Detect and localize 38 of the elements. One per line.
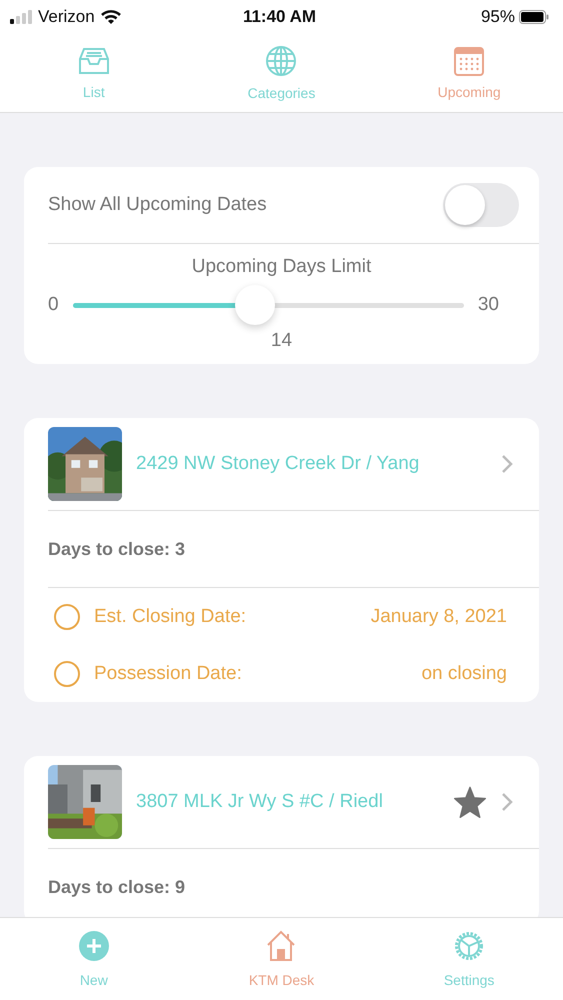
- plus-icon: [78, 930, 110, 962]
- toggle-switch[interactable]: [443, 183, 519, 227]
- chevron-icon[interactable]: [501, 792, 513, 812]
- tab[interactable]: New: [28, 918, 159, 1000]
- days-to-close: Days to close: 3: [48, 538, 186, 561]
- tab[interactable]: Settings: [404, 918, 534, 1000]
- chevron-icon[interactable]: [501, 454, 513, 474]
- wifi-icon: [100, 10, 121, 24]
- carrier-name: Verizon: [38, 7, 95, 27]
- slider-track[interactable]: [72, 284, 464, 326]
- date-value: January 8, 2021: [370, 606, 507, 628]
- listing-title[interactable]: 2429 NW Stoney Creek Dr / Yang: [136, 453, 487, 475]
- signal-icon: [10, 10, 32, 24]
- clock-time: 11:40 AM: [242, 7, 316, 27]
- checkbox[interactable]: [54, 660, 80, 686]
- settings-icon: [453, 930, 486, 962]
- slider-min: 0: [48, 294, 59, 316]
- slider-max: 30: [478, 294, 499, 316]
- battery-percent: 95%: [480, 7, 515, 27]
- slider-value: 14: [270, 329, 294, 353]
- slider-thumb[interactable]: [235, 284, 276, 324]
- date-label: Possession Date:: [94, 662, 243, 684]
- tray-icon: [78, 46, 110, 76]
- listing-title[interactable]: 3807 MLK Jr Wy S #C / Riedl: [136, 791, 439, 813]
- calendar-icon: [454, 46, 484, 76]
- checkbox[interactable]: [54, 604, 80, 630]
- slider-title: Upcoming Days Limit: [190, 255, 372, 278]
- globe-icon: [265, 45, 298, 77]
- battery-icon: [518, 10, 549, 24]
- toggle-label: Show All Upcoming Dates: [48, 194, 267, 216]
- house-icon: [266, 930, 296, 962]
- tab[interactable]: Upcoming: [404, 34, 534, 112]
- tab[interactable]: KTM Desk: [216, 918, 346, 1000]
- date-label: Est. Closing Date:: [94, 606, 248, 628]
- date-value: on closing: [421, 662, 507, 684]
- days-to-close: Days to close: 9: [48, 876, 186, 899]
- tab[interactable]: List: [28, 34, 159, 112]
- tab[interactable]: Categories: [216, 34, 346, 112]
